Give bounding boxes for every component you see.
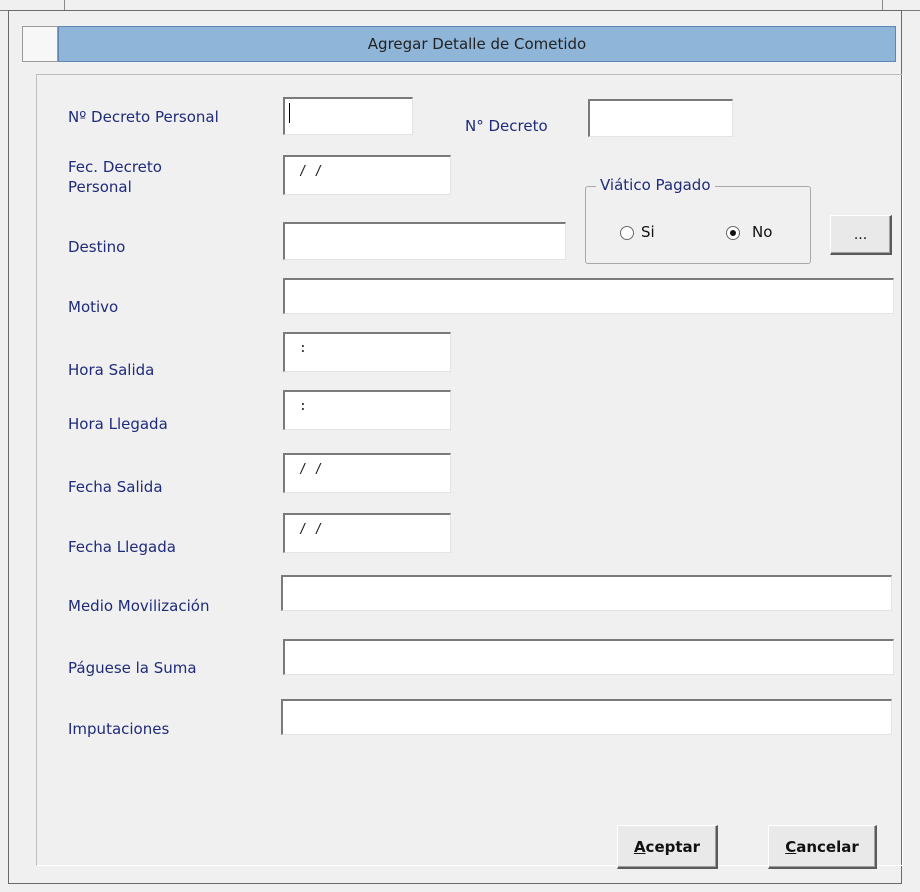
medio-movilizacion-input[interactable] bbox=[281, 575, 892, 611]
fecha-salida-input[interactable]: / / bbox=[283, 453, 451, 493]
imputaciones-label: Imputaciones bbox=[68, 720, 170, 738]
imputaciones-input[interactable] bbox=[281, 699, 892, 735]
destino-label: Destino bbox=[68, 238, 126, 256]
decreto-personal-input[interactable] bbox=[283, 97, 413, 135]
radio-selected-dot bbox=[730, 230, 736, 236]
viatico-no-label[interactable]: No bbox=[752, 222, 772, 242]
decreto-personal-label: Nº Decreto Personal bbox=[68, 108, 219, 126]
fec-decreto-personal-label-line1: Fec. Decreto bbox=[68, 158, 162, 176]
medio-movilizacion-label: Medio Movilización bbox=[68, 597, 210, 615]
hora-llegada-input[interactable]: : bbox=[283, 390, 451, 430]
hora-llegada-label: Hora Llegada bbox=[68, 415, 168, 433]
fecha-llegada-input[interactable]: / / bbox=[283, 513, 451, 553]
hora-salida-label: Hora Salida bbox=[68, 361, 155, 379]
window-control-box[interactable] bbox=[22, 26, 58, 62]
fec-decreto-personal-label-line2: Personal bbox=[68, 178, 132, 196]
viatico-pagado-title: Viático Pagado bbox=[596, 176, 715, 194]
viatico-no-radio[interactable] bbox=[726, 226, 740, 240]
viatico-pagado-group bbox=[585, 186, 811, 264]
cancel-button[interactable]: Cancelar bbox=[768, 825, 877, 869]
text-caret bbox=[289, 103, 290, 123]
accept-button[interactable]: Aceptar bbox=[617, 825, 718, 869]
accept-button-label: Aceptar bbox=[633, 837, 701, 856]
motivo-label: Motivo bbox=[68, 298, 119, 316]
dialog-title: Agregar Detalle de Cometido bbox=[367, 35, 587, 53]
paguese-suma-input[interactable] bbox=[283, 639, 894, 675]
cancel-button-label: Cancelar bbox=[785, 837, 859, 856]
browse-button[interactable]: ... bbox=[830, 215, 892, 255]
paguese-suma-label: Páguese la Suma bbox=[68, 659, 197, 677]
fecha-llegada-label: Fecha Llegada bbox=[68, 538, 176, 556]
destino-input[interactable] bbox=[283, 222, 566, 260]
fec-decreto-personal-input[interactable]: / / bbox=[283, 155, 451, 195]
fecha-salida-label: Fecha Salida bbox=[68, 478, 163, 496]
hora-salida-input[interactable]: : bbox=[283, 332, 451, 372]
motivo-input[interactable] bbox=[283, 278, 894, 314]
viatico-si-label[interactable]: Si bbox=[641, 222, 655, 242]
decreto-label: N° Decreto bbox=[465, 117, 548, 135]
dialog-titlebar: Agregar Detalle de Cometido bbox=[58, 26, 896, 62]
decreto-input[interactable] bbox=[588, 99, 733, 137]
viatico-si-radio[interactable] bbox=[620, 226, 634, 240]
